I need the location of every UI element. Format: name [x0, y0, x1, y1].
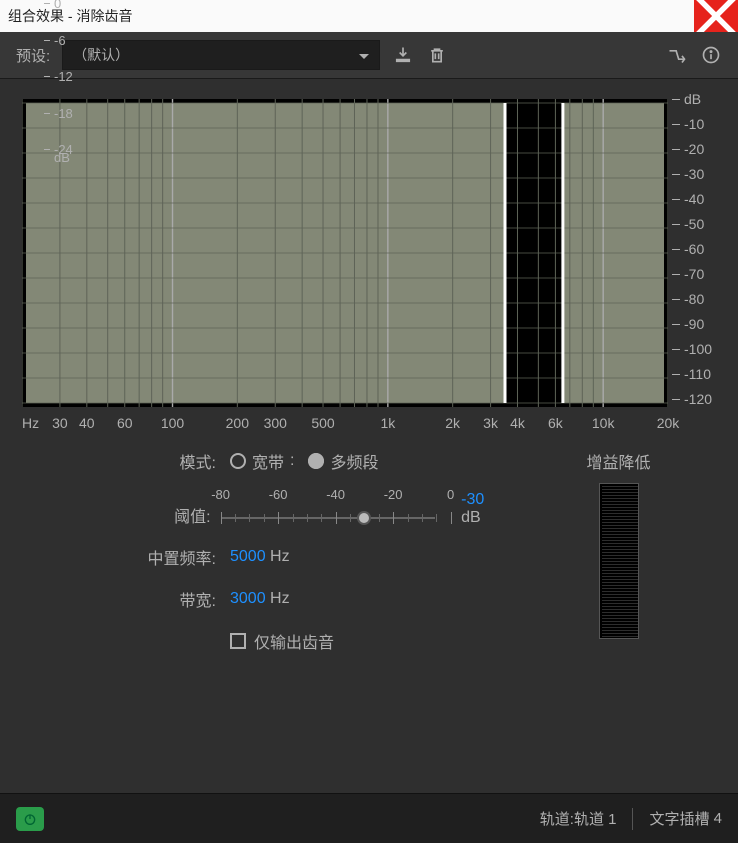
footer-bar: 轨道: 轨道 1 文字插槽 4 — [0, 793, 738, 843]
spectrum-graph[interactable]: dB-10-20-30-40-50-60-70-80-90-100-110-12… — [16, 99, 722, 459]
slot-label: 文字插槽 — [649, 808, 709, 829]
trash-icon — [427, 45, 447, 65]
threshold-row: 阈值: -80-60-40-200 -30 dB — [136, 491, 505, 527]
download-icon — [393, 45, 413, 65]
track-value[interactable]: 轨道 1 — [574, 808, 617, 829]
checkbox[interactable] — [230, 633, 246, 649]
separator — [632, 808, 633, 830]
slider-knob[interactable] — [357, 511, 371, 525]
delete-preset-button[interactable] — [426, 44, 448, 66]
output-only-row[interactable]: 仅输出齿音 — [230, 629, 505, 653]
bandwidth-row: 带宽: 3000 Hz — [136, 587, 505, 611]
effect-dialog: 组合效果 - 消除齿音 预设: （默认） — [0, 0, 738, 843]
meter-ticks: 0-6-12-18-24dB — [44, 0, 84, 160]
info-button[interactable] — [700, 44, 722, 66]
route-button[interactable] — [666, 44, 688, 66]
center-freq-row: 中置频率: 5000 Hz — [136, 545, 505, 569]
close-button[interactable] — [694, 0, 738, 32]
power-icon — [22, 811, 38, 827]
controls-area: 模式: 宽带: 多频段 阈值: -80-60-40-200 — [16, 449, 722, 653]
titlebar: 组合效果 - 消除齿音 — [0, 0, 738, 32]
track-label: 轨道: — [540, 808, 574, 829]
x-axis: 3040601002003005001k2k3k4k6k10k20k — [22, 415, 668, 441]
slot-value[interactable]: 4 — [714, 810, 722, 827]
threshold-slider[interactable]: -80-60-40-200 — [221, 491, 436, 527]
center-freq-unit: Hz — [270, 548, 290, 565]
radio-indicator — [308, 453, 324, 469]
center-freq-value[interactable]: 5000 — [230, 548, 266, 565]
route-icon — [667, 45, 687, 65]
y-axis: dB-10-20-30-40-50-60-70-80-90-100-110-12… — [672, 95, 728, 411]
output-only-label: 仅输出齿音 — [254, 629, 334, 653]
threshold-unit: dB — [461, 509, 481, 526]
threshold-label: 阈值: — [136, 503, 211, 527]
save-preset-button[interactable] — [392, 44, 414, 66]
radio-indicator — [230, 453, 246, 469]
center-freq-label: 中置频率: — [136, 545, 216, 569]
gain-reduction-meter — [599, 483, 639, 639]
preset-bar: 预设: （默认） — [0, 32, 738, 79]
preset-select[interactable]: （默认） — [62, 40, 380, 70]
bandwidth-value[interactable]: 3000 — [230, 590, 266, 607]
bandwidth-unit: Hz — [270, 590, 290, 607]
power-button[interactable] — [16, 807, 44, 831]
bandwidth-label: 带宽: — [136, 587, 216, 611]
threshold-value[interactable]: -30 — [461, 491, 484, 508]
spectrum-canvas — [22, 99, 668, 407]
info-icon — [701, 45, 721, 65]
main-content: dB-10-20-30-40-50-60-70-80-90-100-110-12… — [0, 79, 738, 793]
